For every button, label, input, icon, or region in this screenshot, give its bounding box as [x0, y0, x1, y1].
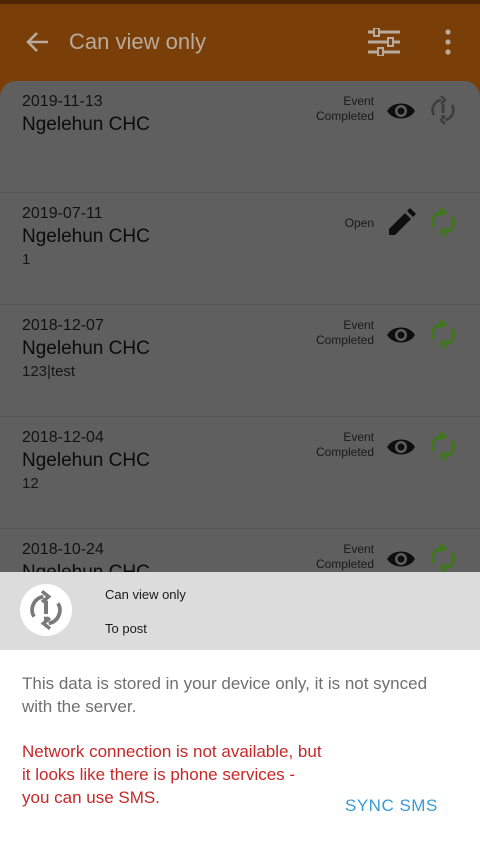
event-status: Event Completed — [315, 542, 374, 571]
event-date: 2019-07-11 — [22, 205, 103, 222]
sync-icon[interactable] — [428, 431, 458, 461]
event-org-unit: Ngelehun CHC — [22, 338, 150, 359]
sync-icon[interactable] — [428, 207, 458, 237]
event-date: 2018-10-24 — [22, 541, 104, 558]
edit-pencil-icon[interactable] — [385, 207, 417, 239]
event-list: 2019-11-13 Ngelehun CHC Event Completed 2… — [0, 81, 480, 601]
event-org-unit: Ngelehun CHC — [22, 450, 150, 471]
sheet-title: Can view only — [105, 587, 186, 602]
network-warning-text: Network connection is not available, but… — [22, 742, 322, 807]
event-value: 12 — [22, 475, 39, 492]
event-row[interactable]: 2019-11-13 Ngelehun CHC Event Completed — [0, 81, 480, 193]
sync-status-badge — [20, 584, 72, 636]
sync-icon[interactable] — [428, 543, 458, 573]
event-status: Open — [344, 216, 374, 230]
status-bar — [0, 0, 480, 4]
event-row[interactable]: 2019-07-11 Ngelehun CHC 1 Open — [0, 193, 480, 305]
sync-sms-button[interactable]: SYNC SMS — [345, 796, 438, 816]
event-row[interactable]: 2018-12-07 Ngelehun CHC 123|test Event Co… — [0, 305, 480, 417]
event-status: Event Completed — [315, 94, 374, 123]
filter-sliders-icon[interactable] — [366, 28, 402, 56]
event-date: 2018-12-04 — [22, 429, 104, 446]
more-vertical-icon[interactable] — [440, 28, 456, 56]
sync-icon[interactable] — [428, 319, 458, 349]
eye-icon[interactable] — [385, 431, 417, 463]
eye-icon[interactable] — [385, 319, 417, 351]
event-status: Event Completed — [315, 318, 374, 347]
event-date: 2019-11-13 — [22, 93, 103, 110]
toolbar-title: Can view only — [69, 29, 206, 54]
event-date: 2018-12-07 — [22, 317, 104, 334]
eye-icon[interactable] — [385, 95, 417, 127]
sheet-info-text: This data is stored in your device only,… — [22, 674, 428, 716]
sync-sheet-body: This data is stored in your device only,… — [0, 650, 480, 854]
sheet-subtitle: To post — [105, 621, 147, 636]
event-value: 123|test — [22, 363, 76, 380]
event-org-unit: Ngelehun CHC — [22, 114, 150, 135]
sync-error-icon[interactable] — [428, 95, 458, 125]
event-row[interactable]: 2018-12-04 Ngelehun CHC 12 Event Complete… — [0, 417, 480, 529]
sync-status-header: Can view only To post — [0, 572, 480, 650]
event-status: Event Completed — [315, 430, 374, 459]
arrow-back-icon[interactable] — [24, 28, 52, 56]
eye-icon[interactable] — [385, 543, 417, 575]
sync-error-icon — [30, 590, 62, 630]
event-org-unit: Ngelehun CHC — [22, 226, 150, 247]
event-value: 1 — [22, 251, 31, 268]
